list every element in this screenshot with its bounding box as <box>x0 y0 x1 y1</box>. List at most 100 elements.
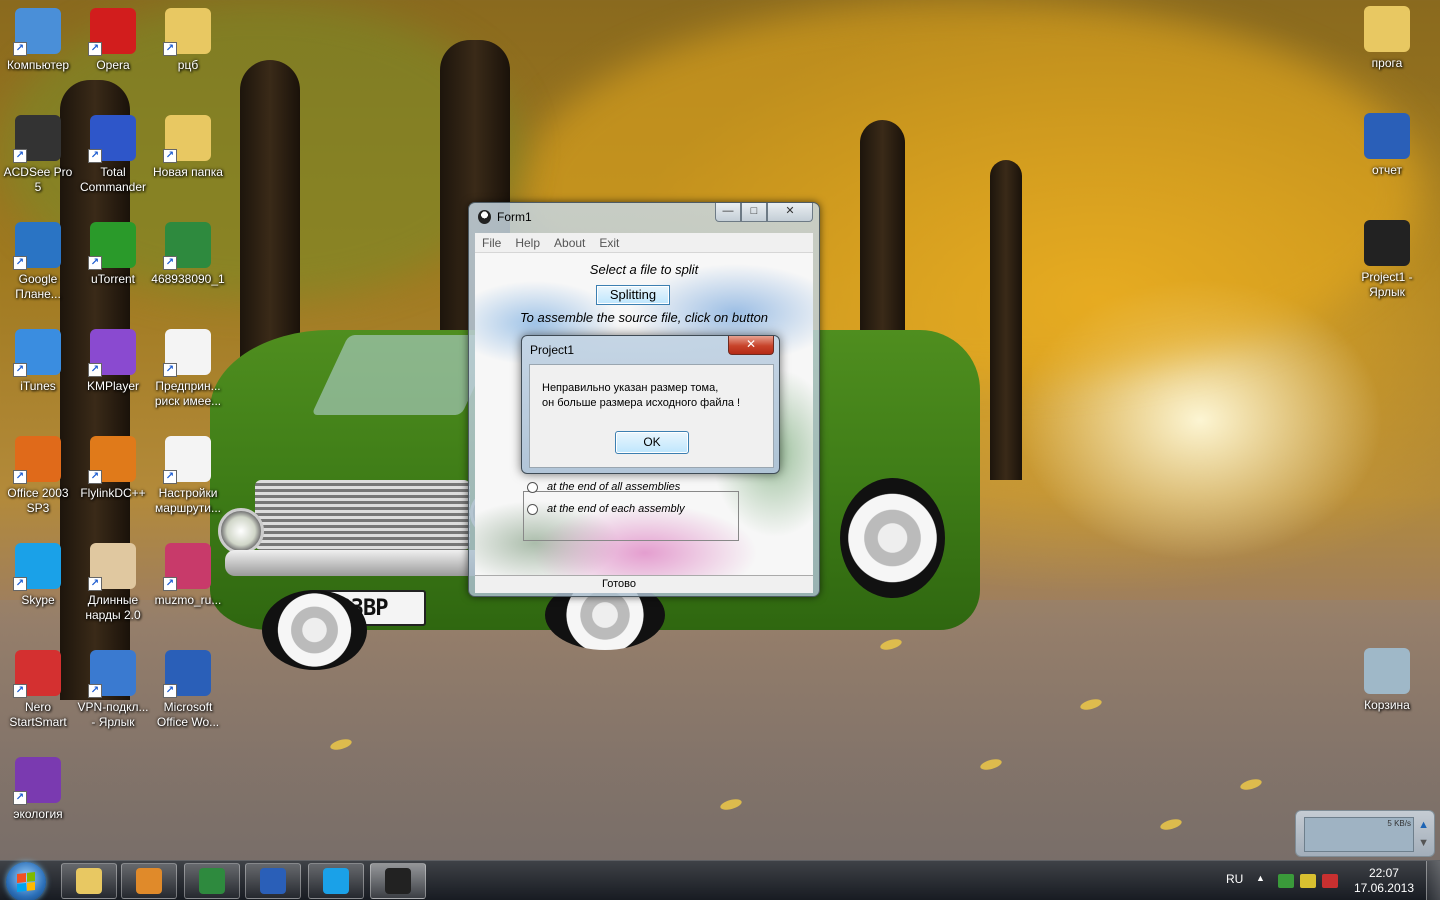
status-bar: Готово <box>475 575 813 593</box>
desktop-icon[interactable]: Project1 - Ярлык <box>1349 220 1425 300</box>
folder-icon <box>1364 6 1410 52</box>
desktop-icon[interactable]: ↗ Предприн... риск имее... <box>150 329 226 409</box>
shortcut-arrow-icon: ↗ <box>88 470 102 484</box>
desktop-icon[interactable]: ↗ 468938090_1 <box>150 222 226 287</box>
taskbar-button-excel[interactable] <box>184 863 240 899</box>
option-each-assembly[interactable]: at the end of each assembly <box>527 503 685 515</box>
desktop-icon[interactable]: отчет <box>1349 113 1425 178</box>
desktop-icon[interactable]: ↗ Office 2003 SP3 <box>0 436 76 516</box>
assembly-options-group <box>523 491 739 541</box>
shortcut-arrow-icon: ↗ <box>163 684 177 698</box>
option-all-assemblies[interactable]: at the end of all assemblies <box>527 481 680 493</box>
show-desktop-button[interactable] <box>1426 861 1440 900</box>
dialog-message-line1: Неправильно указан размер тома, <box>542 382 719 394</box>
radio-button[interactable] <box>527 481 538 493</box>
desktop-icon[interactable]: ↗ uTorrent <box>75 222 151 287</box>
desktop-icon[interactable]: ↗ Nero StartSmart <box>0 650 76 730</box>
radio-button[interactable] <box>527 503 538 515</box>
ok-button[interactable]: OK <box>615 431 689 454</box>
windows-logo-icon <box>17 872 35 892</box>
dialog-body: Неправильно указан размер тома, он больш… <box>529 364 774 468</box>
desktop-icon-label: 468938090_1 <box>151 272 225 286</box>
desktop-icon[interactable]: ↗ iTunes <box>0 329 76 394</box>
desktop-icon[interactable]: ↗ Skype <box>0 543 76 608</box>
desktop-icon[interactable]: ↗ FlylinkDC++ <box>75 436 151 501</box>
menu-help[interactable]: Help <box>508 233 547 252</box>
desktop-icon[interactable]: ↗ рцб <box>150 8 226 73</box>
desktop-icon-label: iTunes <box>20 379 56 393</box>
taskbar-button-media-player[interactable] <box>121 863 177 899</box>
skype-icon: ↗ <box>13 543 61 591</box>
menu-file[interactable]: File <box>475 233 508 252</box>
dialog-close-button[interactable]: ✕ <box>728 336 774 355</box>
shortcut-arrow-icon: ↗ <box>13 684 27 698</box>
desktop-icon[interactable]: ↗ Длинные нарды 2.0 <box>75 543 151 623</box>
desktop-icon[interactable]: прога <box>1349 6 1425 71</box>
taskbar-button-project1[interactable] <box>370 863 426 899</box>
desktop-icon[interactable]: Корзина <box>1349 648 1425 713</box>
desktop-icon[interactable]: ↗ KMPlayer <box>75 329 151 394</box>
security-icon[interactable] <box>1278 874 1294 888</box>
form1-titlebar[interactable]: Form1 — □ ✕ <box>469 203 819 229</box>
shortcut-arrow-icon: ↗ <box>163 363 177 377</box>
desktop-icon-label: Google Плане... <box>15 272 61 301</box>
network-icon[interactable] <box>1322 874 1338 888</box>
minimize-button[interactable]: — <box>715 203 741 222</box>
dice-icon: ↗ <box>88 543 136 591</box>
skype-icon <box>323 868 349 894</box>
splitting-button[interactable]: Splitting <box>596 285 670 305</box>
clock[interactable]: 22:07 17.06.2013 <box>1354 866 1414 896</box>
desktop-icon-label: Компьютер <box>6 58 70 72</box>
gadget-screen: 5 KB/s <box>1304 817 1414 852</box>
action-center-flag-icon[interactable] <box>1300 874 1316 888</box>
taskbar-button-skype[interactable] <box>308 863 364 899</box>
desktop-icon[interactable]: ↗ экология <box>0 757 76 822</box>
desktop-icon[interactable]: ↗ Настройки маршрути... <box>150 436 226 516</box>
desktop-icon-label: Total Commander <box>79 165 147 194</box>
menu-about[interactable]: About <box>547 233 592 252</box>
desktop-icon[interactable]: ↗ Microsoft Office Wo... <box>150 650 226 730</box>
start-button[interactable] <box>6 862 46 900</box>
shortcut-arrow-icon: ↗ <box>163 256 177 270</box>
desktop-icon-label: экология <box>13 807 63 821</box>
wallpaper-car-wheel <box>840 478 945 598</box>
desktop-icon[interactable]: ↗ Opera <box>75 8 151 73</box>
folder-icon: ↗ <box>163 115 211 163</box>
desktop-icon[interactable]: ↗ Новая папка <box>150 115 226 180</box>
status-text: Готово <box>602 578 636 590</box>
shortcut-arrow-icon: ↗ <box>88 149 102 163</box>
desktop-icon[interactable]: ↗ VPN-подкл... - Ярлык <box>75 650 151 730</box>
wallpaper-road <box>0 600 1440 860</box>
shortcut-arrow-icon: ↗ <box>163 149 177 163</box>
show-hidden-icons-icon[interactable]: ▲ <box>1256 873 1265 883</box>
clock-date: 17.06.2013 <box>1353 881 1414 895</box>
desktop-icon[interactable]: ↗ Google Плане... <box>0 222 76 302</box>
desktop-icon[interactable]: ↗ Total Commander <box>75 115 151 195</box>
network-meter-gadget[interactable]: 5 KB/s ▲ ▼ <box>1295 810 1435 857</box>
excel-icon <box>199 868 225 894</box>
maximize-button[interactable]: □ <box>741 203 767 222</box>
desktop-icon[interactable]: ↗ muzmo_ru... <box>150 543 226 608</box>
desktop-icon-label: Project1 - Ярлык <box>1361 270 1413 299</box>
close-button[interactable]: ✕ <box>767 203 813 222</box>
shortcut-arrow-icon: ↗ <box>163 577 177 591</box>
menu-exit[interactable]: Exit <box>592 233 626 252</box>
shortcut-arrow-icon: ↗ <box>163 470 177 484</box>
language-indicator[interactable]: RU <box>1226 872 1243 886</box>
desktop-icon[interactable]: ↗ ACDSee Pro 5 <box>0 115 76 195</box>
media-player-icon <box>136 868 162 894</box>
winrar-icon: ↗ <box>13 757 61 805</box>
taskbar-button-explorer[interactable] <box>61 863 117 899</box>
shortcut-arrow-icon: ↗ <box>88 363 102 377</box>
dialog-title: Project1 <box>530 343 575 357</box>
upload-arrow-icon: ▲ <box>1418 819 1429 831</box>
taskbar-button-word[interactable] <box>245 863 301 899</box>
desktop-icon-label: отчет <box>1372 163 1402 177</box>
desktop-icon-label: uTorrent <box>90 272 136 286</box>
desktop-icon[interactable]: ↗ Компьютер <box>0 8 76 73</box>
error-dialog[interactable]: Project1 ✕ Неправильно указан размер том… <box>521 335 780 474</box>
wallpaper-tree <box>990 160 1022 480</box>
shortcut-arrow-icon: ↗ <box>88 684 102 698</box>
mp3-icon: ↗ <box>163 543 211 591</box>
recycle-bin-icon <box>1364 648 1410 694</box>
